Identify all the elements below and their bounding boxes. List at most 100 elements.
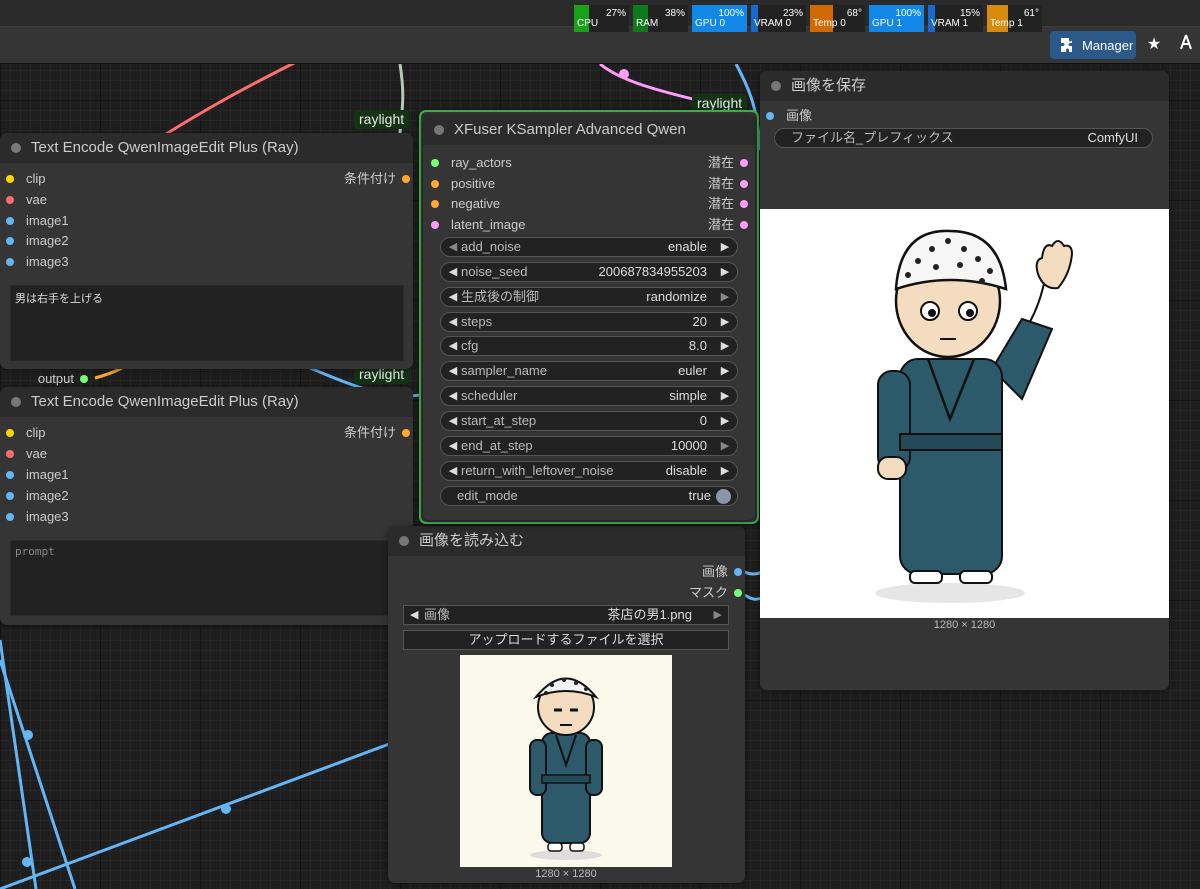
widget-control-after-generate[interactable]: ◀ 生成後の制御 randomize ▶	[440, 287, 738, 307]
output-slot-latent[interactable]: 潜在	[680, 155, 748, 171]
arrow-right-icon[interactable]: ▶	[714, 606, 722, 624]
input-slot-image1[interactable]: image1	[6, 467, 69, 483]
arrow-right-icon: ▶	[720, 266, 730, 278]
widget-cfg[interactable]: ◀ cfg 8.0 ▶	[440, 336, 738, 356]
input-slot-clip[interactable]: clip	[6, 171, 46, 187]
monitor-value: 100%	[895, 8, 921, 19]
input-slot-image2[interactable]: image2	[6, 488, 69, 504]
raylight-badge: raylight	[354, 110, 410, 129]
arrow-left-icon: ◀	[448, 266, 458, 278]
toggle-edit-mode[interactable]: edit_mode true	[440, 486, 738, 506]
node-title-text: 画像を読み込む	[419, 532, 525, 549]
node-title[interactable]: Text Encode QwenImageEdit Plus (Ray)	[0, 387, 413, 417]
arrow-right-icon: ▶	[720, 241, 730, 253]
arrow-left-icon: ◀	[448, 465, 458, 477]
node-title[interactable]: Text Encode QwenImageEdit Plus (Ray)	[0, 133, 413, 163]
arrow-right-icon: ▶	[720, 316, 730, 328]
input-slot-image3[interactable]: image3	[6, 254, 69, 270]
wire-reroute-dot	[22, 857, 32, 867]
monitor-vram-0: VRAM 0 23%	[751, 5, 806, 32]
arrow-left-icon: ◀	[448, 390, 458, 402]
arrow-left-icon[interactable]: ◀	[410, 606, 418, 624]
monitor-cpu: CPU 27%	[574, 5, 629, 32]
monitor-value: 100%	[718, 8, 744, 19]
wire-blue-diag	[0, 738, 401, 889]
monitor-value: 27%	[605, 8, 626, 19]
image-select-combo[interactable]: ◀ 画像 茶店の男1.png ▶	[403, 605, 729, 625]
output-slot-latent[interactable]: 潜在	[680, 217, 748, 233]
input-slot-vae[interactable]: vae	[6, 192, 47, 208]
input-slot-negative[interactable]: negative	[431, 196, 500, 212]
widget-end-at-step[interactable]: ◀ end_at_step 10000 ▶	[440, 436, 738, 456]
arrow-right-icon: ▶	[720, 415, 730, 427]
star-icon[interactable]: ★	[1143, 34, 1165, 56]
widget-return-with-leftover-noise[interactable]: ◀ return_with_leftover_noise disable ▶	[440, 461, 738, 481]
input-slot-clip[interactable]: clip	[6, 425, 46, 441]
arrow-left-icon: ◀	[448, 291, 458, 303]
output-slot-latent[interactable]: 潜在	[680, 196, 748, 212]
wire-reroute-dot	[221, 804, 231, 814]
input-slot-image3[interactable]: image3	[6, 509, 69, 525]
monitor-label: RAM	[636, 18, 659, 29]
monitor-vram-1: VRAM 1 15%	[928, 5, 983, 32]
monitor-value: 15%	[959, 8, 980, 19]
monitor-temp-0: Temp 0 68°	[810, 5, 865, 32]
input-slot-image2[interactable]: image2	[6, 233, 69, 249]
save-image-size: 1280 × 1280	[933, 619, 996, 631]
prompt-textarea[interactable]: 男は右手を上げる	[10, 285, 404, 361]
node-title[interactable]: XFuser KSampler Advanced Qwen	[423, 115, 755, 145]
widget-start-at-step[interactable]: ◀ start_at_step 0 ▶	[440, 411, 738, 431]
share-icon[interactable]	[1175, 34, 1197, 56]
collapse-dot[interactable]	[771, 81, 781, 91]
toggle-knob[interactable]	[716, 489, 731, 504]
arrow-left-icon: ◀	[448, 440, 458, 452]
output-slot-conditioning[interactable]: 条件付け	[330, 171, 410, 187]
input-slot-image[interactable]: 画像	[766, 108, 812, 124]
monitor-label: Temp 1	[990, 18, 1023, 29]
puzzle-icon	[1061, 38, 1072, 52]
prompt-textarea[interactable]: prompt	[10, 540, 404, 616]
arrow-left-icon: ◀	[448, 415, 458, 427]
widget-sampler-name[interactable]: ◀ sampler_name euler ▶	[440, 361, 738, 381]
monitor-value: 61°	[1023, 8, 1039, 19]
output-slot-conditioning[interactable]: 条件付け	[330, 425, 410, 441]
monitor-value: 23%	[782, 8, 803, 19]
output-slot-image[interactable]: 画像	[650, 564, 742, 580]
collapse-dot[interactable]	[11, 143, 21, 153]
collapse-dot[interactable]	[11, 397, 21, 407]
manager-button[interactable]: Manager	[1050, 31, 1136, 59]
widget-noise-seed[interactable]: ◀ noise_seed 200687834955203 ▶	[440, 262, 738, 282]
arrow-right-icon: ▶	[720, 440, 730, 452]
load-image-preview	[460, 655, 672, 867]
output-slot-output[interactable]: output	[20, 371, 88, 387]
input-slot-ray-actors[interactable]: ray_actors	[431, 155, 512, 171]
input-slot-vae[interactable]: vae	[6, 446, 47, 462]
upload-button[interactable]: アップロードするファイルを選択	[403, 630, 729, 650]
input-slot-latent-image[interactable]: latent_image	[431, 217, 525, 233]
wire-blue-left2	[0, 659, 77, 889]
widget-steps[interactable]: ◀ steps 20 ▶	[440, 312, 738, 332]
wire-reroute-dot	[619, 69, 629, 79]
collapse-dot[interactable]	[399, 536, 409, 546]
output-slot-latent[interactable]: 潜在	[680, 176, 748, 192]
arrow-left-icon: ◀	[448, 340, 458, 352]
collapse-dot[interactable]	[434, 125, 444, 135]
save-image-preview	[760, 209, 1169, 618]
monitor-label: Temp 0	[813, 18, 846, 29]
monitor-value: 68°	[846, 8, 862, 19]
widget-add-noise[interactable]: ◀ add_noise enable ▶	[440, 237, 738, 257]
output-slot-mask[interactable]: マスク	[650, 585, 742, 601]
node-title[interactable]: 画像を読み込む	[388, 526, 745, 556]
monitor-label: CPU	[577, 18, 599, 29]
widget-scheduler[interactable]: ◀ scheduler simple ▶	[440, 386, 738, 406]
filename-prefix-field[interactable]: ファイル名_プレフィックス ComfyUI	[774, 128, 1153, 148]
input-slot-image1[interactable]: image1	[6, 213, 69, 229]
man-illustration-large	[875, 229, 1074, 603]
load-image-size: 1280 × 1280	[535, 868, 597, 880]
arrow-left-icon: ◀	[448, 241, 458, 253]
node-title[interactable]: 画像を保存	[760, 71, 1169, 101]
monitor-gpu-0: GPU 0 100%	[692, 5, 747, 32]
monitor-ram: RAM 38%	[633, 5, 688, 32]
monitor-gpu-1: GPU 1 100%	[869, 5, 924, 32]
input-slot-positive[interactable]: positive	[431, 176, 495, 192]
